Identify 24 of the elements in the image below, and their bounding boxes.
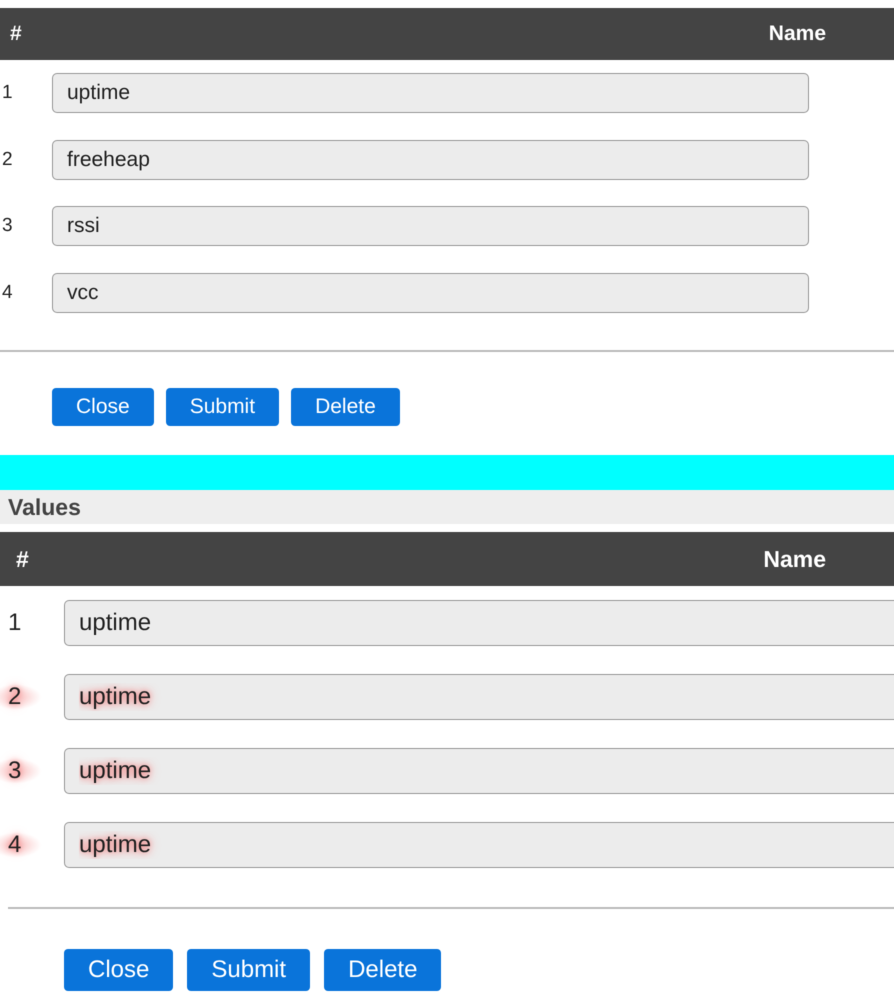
column-header: Name xyxy=(763,546,826,572)
section-title: Values xyxy=(0,490,894,524)
action-button[interactable]: Delete xyxy=(291,388,400,426)
input-field[interactable]: uptime xyxy=(52,73,809,114)
input-field[interactable]: uptime xyxy=(64,600,894,646)
input-field[interactable]: uptime xyxy=(64,822,894,868)
row-number: 3 xyxy=(1,215,14,238)
column-header: Name xyxy=(768,22,826,46)
input-field[interactable]: rssi xyxy=(52,206,809,246)
column-header: # xyxy=(16,546,29,572)
input-field[interactable]: uptime xyxy=(64,674,894,720)
action-button[interactable]: Submit xyxy=(187,949,310,991)
row-number: 4 xyxy=(1,282,14,304)
input-field[interactable]: freeheap xyxy=(52,140,809,180)
action-button[interactable]: Close xyxy=(64,949,174,991)
action-button[interactable]: Submit xyxy=(166,388,280,426)
row-number: 1 xyxy=(1,82,14,104)
input-field[interactable]: uptime xyxy=(64,748,894,794)
row-number: 2 xyxy=(1,148,14,171)
action-button[interactable]: Close xyxy=(52,388,154,426)
column-header: # xyxy=(10,22,22,46)
row-number: 1 xyxy=(7,609,22,637)
input-field[interactable]: vcc xyxy=(52,272,809,313)
action-button[interactable]: Delete xyxy=(324,949,442,991)
